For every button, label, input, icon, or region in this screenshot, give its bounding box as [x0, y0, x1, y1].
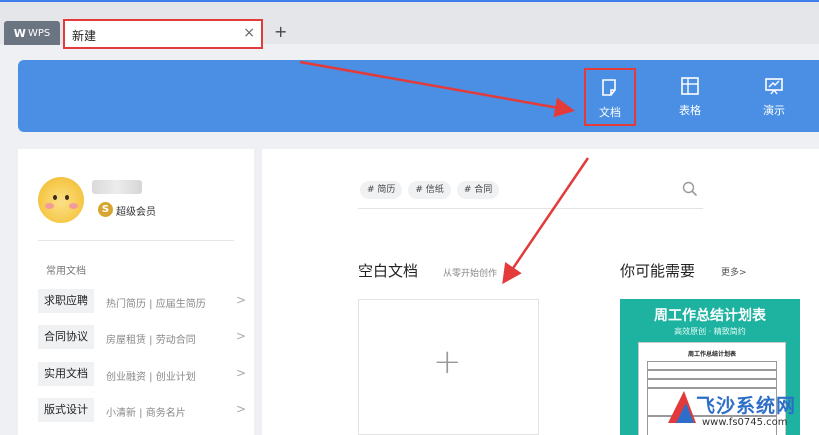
category-label[interactable]: 实用文档 — [38, 362, 94, 386]
category-label[interactable]: 版式设计 — [38, 398, 94, 422]
tab-new-label: 新建 — [72, 29, 97, 43]
avatar[interactable] — [38, 177, 84, 223]
tag-contract[interactable]: # 合同 — [456, 181, 500, 199]
search-input[interactable] — [358, 208, 703, 209]
search-tags: # 简历 # 信纸 # 合同 — [360, 181, 500, 199]
blank-document-subtitle: 从零开始创作 — [443, 269, 498, 279]
template-preview-title: 周工作总结计划表 — [687, 351, 736, 358]
chevron-right-icon[interactable]: > — [236, 402, 246, 416]
preview-table-row — [647, 370, 777, 379]
wps-logo-icon: W — [13, 26, 26, 40]
spreadsheet-icon — [681, 77, 699, 95]
blank-document-card[interactable]: + — [358, 299, 539, 435]
document-icon — [602, 79, 616, 96]
category-sublinks[interactable]: 创业融资 | 创业计划 — [106, 368, 196, 383]
search-icon[interactable] — [682, 181, 698, 197]
presentation-icon — [765, 78, 783, 95]
category-sublinks[interactable]: 房屋租赁 | 劳动合同 — [106, 331, 196, 346]
chevron-right-icon[interactable]: > — [236, 293, 246, 307]
plus-icon: + — [433, 342, 462, 382]
spreadsheet-type-label: 表格 — [679, 104, 701, 117]
divider — [38, 240, 234, 241]
spreadsheet-type-button[interactable]: 表格 — [664, 68, 716, 126]
wps-home-tab[interactable]: W WPS — [4, 21, 60, 45]
category-label[interactable]: 求职应聘 — [38, 289, 94, 313]
section-title-common-docs: 常用文档 — [46, 266, 86, 277]
presentation-type-button[interactable]: 演示 — [748, 68, 800, 126]
presentation-type-label: 演示 — [763, 104, 785, 117]
watermark-name: 飞沙系统网 — [696, 395, 797, 417]
vip-icon: S — [98, 202, 113, 217]
template-title: 周工作总结计划表 — [654, 308, 766, 324]
sidebar: S 超级会员 常用文档 求职应聘 热门简历 | 应届生简历 > 合同协议 房屋租… — [18, 149, 254, 435]
vip-label[interactable]: 超级会员 — [116, 203, 156, 218]
category-row[interactable]: 版式设计 小清新 | 商务名片 > — [38, 398, 248, 424]
category-row[interactable]: 实用文档 创业融资 | 创业计划 > — [38, 362, 248, 388]
avatar-cheek — [69, 203, 78, 209]
category-sublinks[interactable]: 小清新 | 商务名片 — [106, 404, 186, 419]
avatar-eye — [65, 195, 69, 200]
blank-document-title: 空白文档 — [358, 262, 419, 280]
tab-new[interactable]: 新建 × — [63, 19, 263, 49]
more-link[interactable]: 更多> — [721, 265, 747, 278]
tag-letter-paper[interactable]: # 信纸 — [408, 181, 451, 199]
category-label[interactable]: 合同协议 — [38, 325, 94, 349]
add-tab-button[interactable]: + — [274, 22, 287, 41]
preview-table-row — [647, 361, 777, 370]
close-icon[interactable]: × — [243, 25, 255, 41]
document-type-label: 文档 — [599, 106, 621, 119]
new-document-header: 文档 表格 演示 — [18, 60, 819, 132]
chevron-right-icon[interactable]: > — [236, 366, 246, 380]
chevron-right-icon[interactable]: > — [236, 329, 246, 343]
avatar-cheek — [45, 203, 54, 209]
watermark-url: www.fs0745.com — [702, 417, 788, 428]
username-blurred — [92, 180, 142, 194]
category-row[interactable]: 合同协议 房屋租赁 | 劳动合同 > — [38, 325, 248, 351]
avatar-eye — [53, 195, 57, 200]
template-subtitle: 高效原创 · 精致简约 — [674, 327, 746, 336]
wps-tab-label: WPS — [27, 27, 51, 39]
recommended-title: 你可能需要 — [620, 262, 696, 280]
tag-resume[interactable]: # 简历 — [360, 181, 403, 199]
document-type-button[interactable]: 文档 — [584, 68, 636, 126]
category-sublinks[interactable]: 热门简历 | 应届生简历 — [106, 295, 206, 310]
category-row[interactable]: 求职应聘 热门简历 | 应届生简历 > — [38, 289, 248, 315]
